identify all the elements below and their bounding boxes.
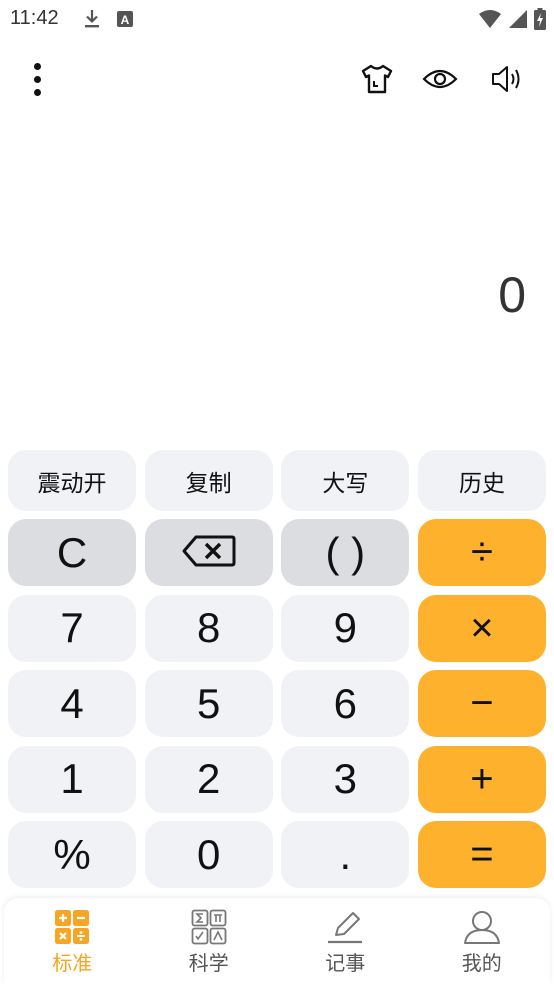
download-icon	[82, 8, 102, 35]
more-vertical-icon[interactable]	[22, 59, 52, 99]
vibration-toggle-button[interactable]: 震动开	[8, 450, 136, 511]
battery-icon	[534, 8, 546, 35]
tab-scientific-label: 科学	[188, 951, 229, 975]
digit-2-button[interactable]: 2	[144, 745, 273, 813]
copy-button[interactable]: 复制	[144, 450, 273, 511]
history-button[interactable]: 历史	[417, 450, 546, 511]
status-bar: 11:42 A	[0, 0, 554, 38]
toolbar	[0, 55, 554, 103]
speaker-icon[interactable]	[490, 61, 526, 97]
backspace-icon	[182, 529, 236, 577]
a-notification-icon: A	[116, 10, 134, 33]
result-display: 0	[498, 267, 526, 323]
status-time: 11:42	[10, 7, 59, 29]
digit-5-button[interactable]: 5	[144, 670, 273, 737]
user-profile-icon	[462, 908, 502, 946]
tab-mine-label: 我的	[461, 951, 502, 975]
backspace-button[interactable]	[144, 519, 273, 586]
multiply-button[interactable]: ×	[417, 594, 546, 662]
tab-scientific[interactable]: 科学	[141, 898, 278, 984]
note-pencil-icon	[325, 908, 365, 946]
eye-icon[interactable]	[422, 61, 458, 97]
digit-0-button[interactable]: 0	[144, 821, 273, 888]
digit-7-button[interactable]: 7	[8, 594, 136, 662]
wifi-icon	[478, 9, 502, 34]
tab-standard-label: 标准	[52, 951, 93, 975]
digit-3-button[interactable]: 3	[281, 745, 410, 813]
tab-standard[interactable]: 标准	[4, 898, 141, 984]
digit-6-button[interactable]: 6	[281, 670, 410, 737]
keypad: C ( ) ÷ 7 8 9 × 4 5 6 − 1 2 3 + % 0 . =	[8, 519, 546, 897]
bottom-tab-bar: 标准 科学 记事 我的	[4, 898, 550, 984]
function-row: 震动开 复制 大写 历史	[8, 450, 546, 511]
digit-9-button[interactable]: 9	[281, 594, 410, 662]
uppercase-button[interactable]: 大写	[281, 450, 410, 511]
divide-button[interactable]: ÷	[417, 519, 546, 586]
tab-notes-label: 记事	[325, 951, 366, 975]
add-button[interactable]: +	[417, 745, 546, 813]
standard-calc-icon	[52, 908, 92, 946]
tab-mine[interactable]: 我的	[414, 898, 551, 984]
tab-notes[interactable]: 记事	[277, 898, 414, 984]
decimal-point-button[interactable]: .	[281, 821, 410, 888]
digit-1-button[interactable]: 1	[8, 745, 136, 813]
signal-icon	[508, 9, 528, 34]
clear-button[interactable]: C	[8, 519, 136, 586]
equals-button[interactable]: =	[417, 821, 546, 888]
percent-button[interactable]: %	[8, 821, 136, 888]
subtract-button[interactable]: −	[417, 670, 546, 737]
parentheses-button[interactable]: ( )	[281, 519, 410, 586]
svg-text:A: A	[121, 13, 130, 27]
digit-4-button[interactable]: 4	[8, 670, 136, 737]
tshirt-skin-icon[interactable]	[359, 61, 395, 97]
digit-8-button[interactable]: 8	[144, 594, 273, 662]
scientific-calc-icon	[189, 908, 229, 946]
